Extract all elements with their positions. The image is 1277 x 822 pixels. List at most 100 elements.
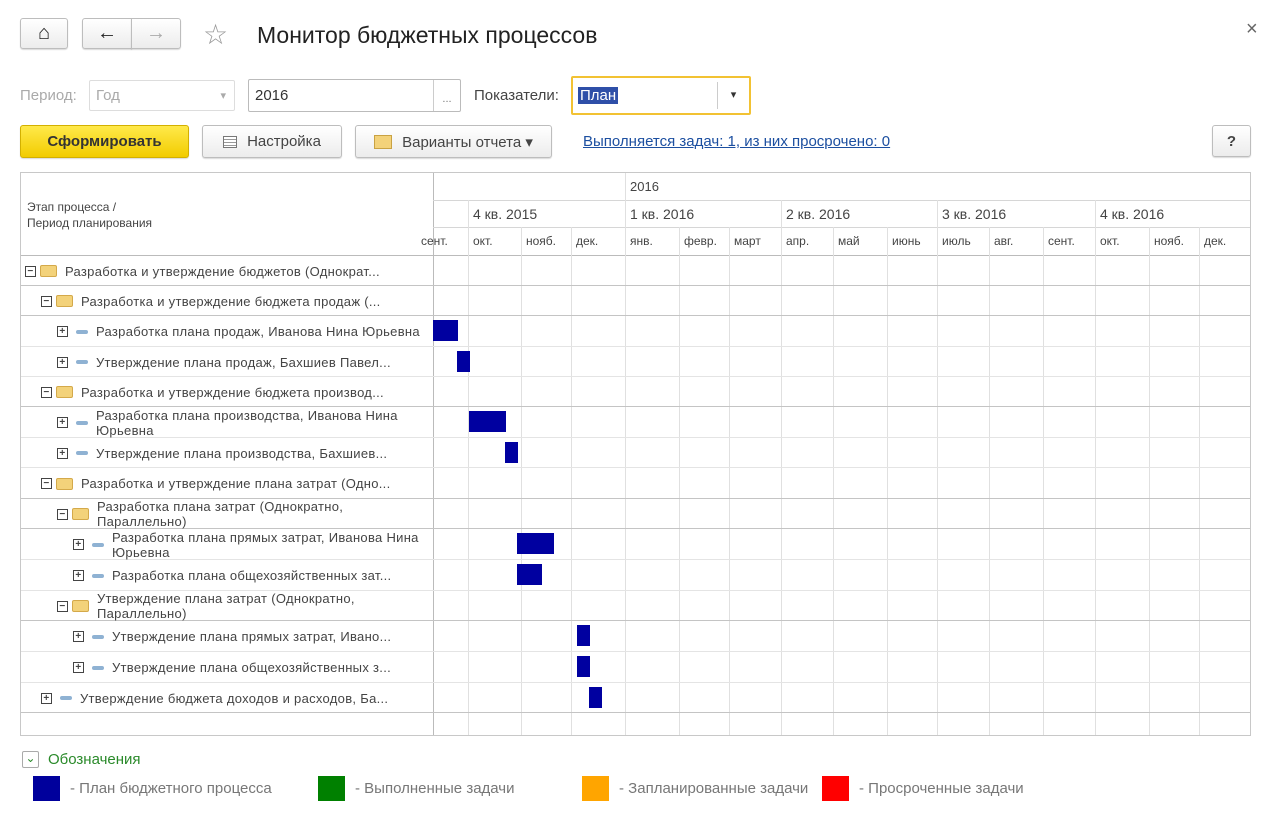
table-row[interactable]: − Разработка и утверждение бюджета продаж… (21, 286, 432, 316)
period-select[interactable]: Год ▾ (89, 80, 235, 111)
expand-icon[interactable]: + (57, 447, 68, 459)
expand-icon[interactable]: + (57, 326, 68, 337)
table-row[interactable]: + Разработка плана производства, Иванова … (21, 407, 432, 438)
period-label: Период: (20, 87, 77, 104)
table-row[interactable]: + Разработка плана продаж, Иванова Нина Ю… (21, 316, 432, 347)
report-variants-button[interactable]: Варианты отчета ▾ (355, 125, 552, 158)
row-label: Утверждение бюджета доходов и расходов, … (80, 690, 389, 706)
table-row[interactable]: − Разработка плана затрат (Однократно, Па… (21, 499, 432, 529)
expand-icon[interactable]: + (73, 662, 84, 673)
divider (1199, 227, 1200, 735)
year-input[interactable]: 2016... (248, 79, 461, 112)
task-icon (76, 420, 88, 425)
quarter-header: 2 кв. 2016 (786, 206, 851, 222)
legend-swatch (33, 776, 60, 801)
tasks-status-link[interactable]: Выполняется задач: 1, из них просрочено:… (583, 133, 890, 150)
home-icon: ⌂ (37, 22, 51, 44)
expand-icon[interactable]: + (73, 631, 84, 642)
close-icon[interactable]: × (1246, 18, 1258, 41)
month-header: окт. (473, 234, 493, 248)
gantt-bar[interactable] (576, 656, 590, 677)
table-row[interactable]: + Утверждение плана общехозяйственных з..… (21, 652, 432, 683)
legend-label: - Выполненные задачи (355, 780, 515, 797)
gantt-bar[interactable] (457, 351, 471, 372)
divider (625, 200, 626, 227)
expand-icon[interactable]: + (73, 539, 84, 550)
generate-button[interactable]: Сформировать (20, 125, 189, 158)
collapse-icon[interactable]: − (41, 295, 52, 307)
settings-button[interactable]: Настройка (202, 125, 342, 158)
home-button[interactable]: ⌂ (20, 18, 68, 49)
row-label: Разработка плана общехозяйственных зат..… (112, 568, 392, 583)
legend-swatch (318, 776, 345, 801)
legend-label: - Запланированные задачи (619, 780, 809, 797)
divider (937, 200, 938, 227)
page-title: Монитор бюджетных процессов (257, 22, 598, 48)
task-icon (76, 329, 88, 334)
chevron-down-icon: ⌄ (25, 751, 36, 765)
divider (521, 227, 522, 735)
table-row[interactable]: + Утверждение плана прямых затрат, Ивано.… (21, 621, 432, 652)
gantt-bar[interactable] (505, 442, 518, 463)
gantt-bar[interactable] (469, 411, 507, 432)
table-row[interactable]: + Утверждение бюджета доходов и расходов,… (21, 683, 432, 713)
divider (1095, 227, 1096, 735)
legend-title: Обозначения (48, 751, 141, 768)
table-row[interactable]: + Разработка плана общехозяйственных зат.… (21, 560, 432, 591)
month-header: дек. (576, 234, 599, 248)
row-label: Разработка плана прямых затрат, Иванова … (112, 529, 419, 560)
table-row[interactable]: − Разработка и утверждение плана затрат (… (21, 468, 432, 499)
help-button[interactable]: ? (1212, 125, 1251, 157)
row-label: Утверждение плана прямых затрат, Ивано..… (112, 629, 392, 644)
back-button[interactable]: ← (82, 18, 132, 49)
row-label: Утверждение плана продаж, Бахшиев Павел.… (96, 354, 391, 370)
indicators-select[interactable]: План ▾ (571, 76, 751, 115)
expand-icon[interactable]: + (73, 570, 84, 581)
collapse-icon[interactable]: − (25, 265, 36, 277)
gantt-bar[interactable] (516, 564, 542, 585)
favorite-star-icon[interactable]: ☆ (203, 18, 228, 51)
month-header: нояб. (1154, 234, 1185, 248)
collapse-icon[interactable]: − (57, 600, 68, 612)
row-label: Разработка и утверждение бюджета продаж … (81, 293, 381, 309)
gantt-bar[interactable] (588, 687, 602, 708)
folder-icon (56, 295, 73, 307)
forward-button[interactable]: → (131, 18, 181, 49)
month-header: янв. (630, 234, 653, 248)
divider (625, 227, 626, 735)
indicators-label: Показатели: (474, 87, 559, 104)
gantt-bar[interactable] (516, 533, 554, 554)
legend-item: - Запланированные задачи (582, 776, 808, 801)
divider (781, 227, 782, 735)
task-icon (92, 542, 104, 547)
table-row[interactable]: − Утверждение плана затрат (Однократно, П… (21, 591, 432, 621)
table-row[interactable]: + Утверждение плана продаж, Бахшиев Павел… (21, 347, 432, 377)
row-label: Разработка плана продаж, Иванова Нина Юр… (96, 324, 420, 339)
table-row[interactable]: + Утверждение плана производства, Бахшиев… (21, 438, 432, 468)
row-label: Разработка и утверждение бюджета произво… (81, 384, 384, 400)
month-header: сент. (1048, 234, 1075, 248)
column-header-stage: Этап процесса / Период планирования (27, 200, 153, 230)
table-row[interactable]: + Разработка плана прямых затрат, Иванова… (21, 529, 432, 560)
legend-item: - План бюджетного процесса (33, 776, 272, 801)
table-row[interactable]: − Разработка и утверждение бюджета произв… (21, 377, 432, 407)
table-row[interactable]: − Разработка и утверждение бюджетов (Одно… (21, 256, 432, 286)
select-year-button[interactable]: ... (433, 80, 460, 111)
task-icon (76, 451, 88, 455)
divider (679, 227, 680, 735)
collapse-icon[interactable]: − (57, 508, 68, 520)
collapse-icon[interactable]: − (41, 386, 52, 398)
row-label: Разработка плана затрат (Однократно, Пар… (97, 499, 344, 529)
expand-icon[interactable]: + (57, 356, 68, 368)
gantt-bar[interactable] (576, 625, 590, 646)
legend-toggle[interactable]: ⌄ (22, 751, 39, 768)
expand-icon[interactable]: + (41, 692, 52, 704)
gantt-bar[interactable] (433, 320, 459, 341)
task-icon (92, 573, 104, 578)
folder-icon (40, 265, 57, 277)
row-label: Разработка и утверждение плана затрат (О… (81, 476, 391, 491)
divider (1043, 227, 1044, 735)
chevron-down-icon[interactable]: ▾ (717, 82, 749, 109)
expand-icon[interactable]: + (57, 417, 68, 428)
collapse-icon[interactable]: − (41, 478, 52, 489)
